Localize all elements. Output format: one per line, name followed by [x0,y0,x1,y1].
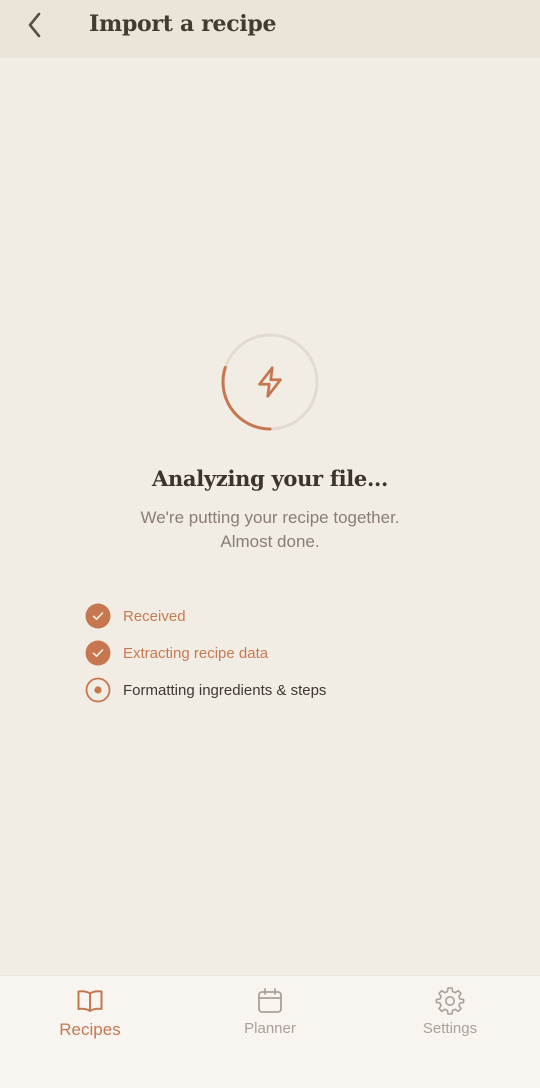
tab-label: Recipes [59,1020,121,1039]
tab-recipes[interactable]: Recipes [0,986,180,1046]
step-formatting: Formatting ingredients & steps [85,677,326,703]
tab-label: Settings [422,1020,478,1037]
step-extracting: Extracting recipe data [85,640,326,666]
lightning-bolt-icon [258,366,282,398]
page-title: Import a recipe [89,11,277,37]
status-subtitle: We're putting your recipe together. Almo… [0,506,540,554]
status-title: Analyzing your file... [151,466,389,491]
step-label: Received [123,607,186,625]
check-circle-icon [85,640,111,666]
bottom-tab-bar: Recipes Planner Settings [0,975,540,1088]
in-progress-dot-icon [85,677,111,703]
progress-steps: Received Extracting recipe data Formatti… [85,603,326,714]
status-subtitle-line-1: We're putting your recipe together. [140,508,400,527]
book-icon [77,990,103,1012]
app-header: Import a recipe [0,0,540,58]
tab-label: Planner [244,1020,296,1037]
back-button[interactable] [20,10,50,40]
step-received: Received [85,603,326,629]
gear-icon [435,987,465,1015]
check-circle-icon [85,603,111,629]
tab-settings[interactable]: Settings [360,986,540,1046]
tab-planner[interactable]: Planner [180,986,360,1046]
chevron-left-icon [28,12,41,38]
progress-spinner [220,332,320,432]
step-label: Formatting ingredients & steps [123,681,327,699]
status-subtitle-line-2: Almost done. [220,532,320,551]
calendar-icon [258,988,282,1013]
step-label: Extracting recipe data [123,644,269,662]
